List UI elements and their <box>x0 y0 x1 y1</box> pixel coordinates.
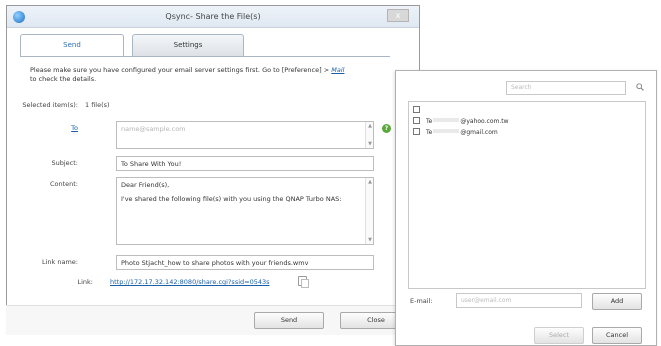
share-link-url[interactable]: http://172.17.32.142:8080/share.cgi?ssid… <box>110 278 270 286</box>
link-name-label: Link name: <box>41 258 78 266</box>
redacted-name <box>433 129 460 133</box>
subject-field[interactable]: To Share With You! <box>116 156 374 171</box>
dialog-footer: Send Close <box>6 305 420 335</box>
add-button[interactable]: Add <box>592 293 642 310</box>
title-bar: Qsync- Share the File(s) x <box>7 6 419 28</box>
contact-checkbox[interactable] <box>413 117 420 124</box>
redacted-name <box>433 118 460 122</box>
search-icon[interactable] <box>636 83 644 91</box>
select-all-checkbox[interactable] <box>413 106 420 113</box>
contact-select-all-row[interactable] <box>413 106 426 115</box>
contact-search-input[interactable]: Search <box>506 81 626 95</box>
email-server-notice: Please make sure you have configured you… <box>30 66 345 83</box>
tab-settings[interactable]: Settings <box>132 34 244 56</box>
contact-row[interactable]: Te @gmail.com <box>413 128 498 137</box>
selected-items-value: 1 file(s) <box>85 101 110 109</box>
subject-label: Subject: <box>51 159 79 167</box>
contact-checkbox[interactable] <box>413 128 420 135</box>
send-tab-panel <box>20 56 390 286</box>
link-name-field[interactable]: Photo Stjacht_how to share photos with y… <box>116 255 374 270</box>
send-button[interactable]: Send <box>254 312 324 329</box>
to-contacts-link[interactable]: To <box>71 124 78 132</box>
window-title: Qsync- Share the File(s) <box>165 12 261 21</box>
contact-row[interactable]: Te @yahoo.com.tw <box>413 117 509 126</box>
to-field-scrollbar[interactable]: ▲ ▼ <box>365 122 373 148</box>
help-icon[interactable]: ? <box>382 124 391 133</box>
content-scrollbar[interactable]: ▲ ▼ <box>365 178 373 244</box>
tab-send[interactable]: Send <box>20 34 124 57</box>
content-label: Content: <box>49 180 78 188</box>
mail-settings-link[interactable]: Mail <box>331 66 344 74</box>
content-textarea[interactable]: Dear Friend(s), I've shared the followin… <box>116 177 374 245</box>
to-label: To <box>6 124 78 132</box>
cancel-button[interactable]: Cancel <box>592 327 642 344</box>
selected-items-label: Selected item(s): <box>22 101 78 109</box>
select-button[interactable]: Select <box>534 327 584 344</box>
copy-icon[interactable] <box>298 276 309 288</box>
window-close-button[interactable]: x <box>387 9 409 22</box>
link-label: Link: <box>77 278 93 286</box>
to-field[interactable]: name@sample.com ▲ ▼ <box>116 121 374 149</box>
email-label: E-mail: <box>410 297 433 305</box>
email-input[interactable]: user@email.com <box>456 293 582 308</box>
contact-picker-dialog: Search Te @yahoo.com.tw Te @gmail.com E-ma… <box>395 70 657 346</box>
contact-list: Te @yahoo.com.tw Te @gmail.com <box>408 101 646 289</box>
